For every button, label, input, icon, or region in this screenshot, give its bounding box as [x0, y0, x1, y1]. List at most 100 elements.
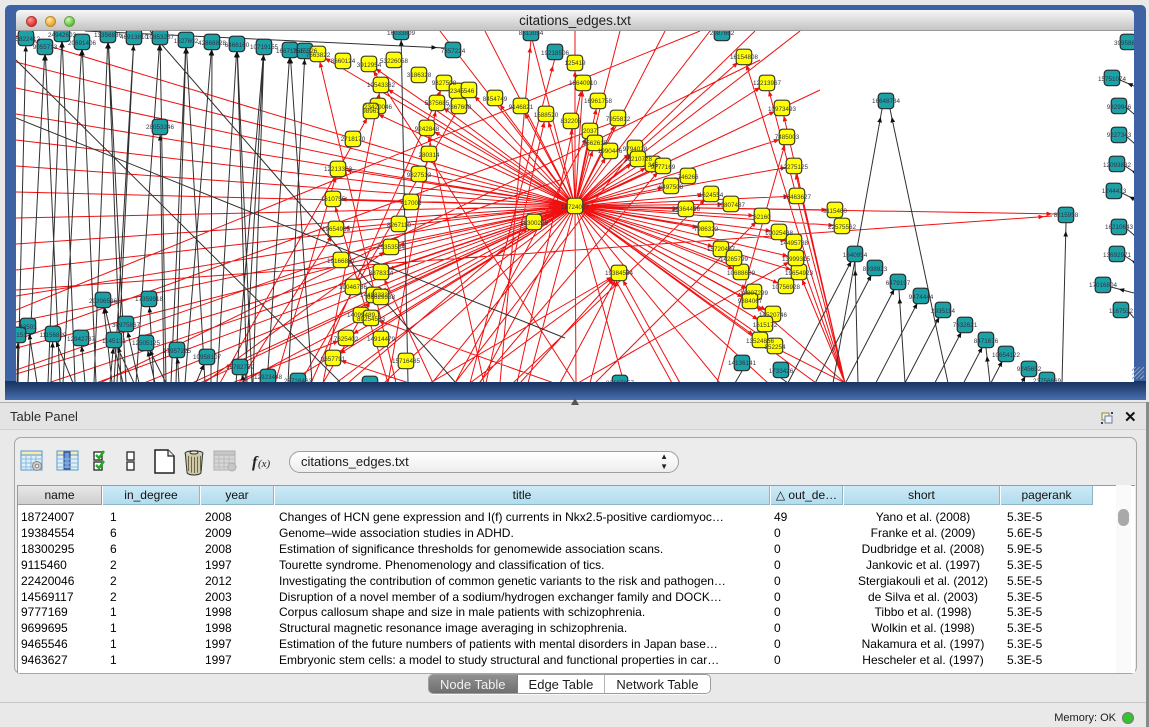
svg-text:1624554: 1624554 — [699, 192, 724, 199]
svg-text:20364456: 20364456 — [672, 206, 701, 213]
svg-text:14520746: 14520746 — [759, 312, 788, 319]
svg-text:2367608: 2367608 — [447, 104, 472, 111]
svg-text:62160: 62160 — [753, 214, 771, 221]
svg-text:10654122: 10654122 — [992, 352, 1021, 359]
svg-text:1733426: 1733426 — [769, 368, 794, 375]
svg-text:8660124: 8660124 — [331, 58, 356, 65]
svg-text:2345: 2345 — [450, 88, 465, 95]
svg-text:7663822: 7663822 — [306, 52, 331, 59]
svg-text:43501: 43501 — [19, 324, 37, 331]
svg-text:12923448: 12923448 — [254, 374, 283, 381]
svg-text:13692971: 13692971 — [1103, 252, 1132, 259]
svg-text:18724007: 18724007 — [561, 204, 590, 211]
svg-text:7632621: 7632621 — [953, 322, 978, 329]
svg-text:8267110: 8267110 — [387, 222, 412, 229]
svg-text:3186328: 3186328 — [407, 72, 432, 79]
svg-text:20691406: 20691406 — [68, 40, 97, 47]
svg-text:42868828: 42868828 — [198, 40, 227, 47]
svg-text:10958107: 10958107 — [193, 354, 222, 361]
svg-text:19218506: 19218506 — [541, 50, 570, 57]
svg-text:16210643: 16210643 — [1105, 224, 1134, 231]
svg-text:8878334: 8878334 — [369, 270, 394, 277]
svg-text:83197857: 83197857 — [606, 380, 635, 382]
svg-text:9474444: 9474444 — [909, 294, 934, 301]
svg-text:14495788: 14495788 — [780, 240, 809, 247]
svg-text:2087662: 2087662 — [710, 31, 735, 37]
svg-text:16154808: 16154808 — [730, 54, 759, 61]
svg-text:12093832: 12093832 — [1103, 162, 1132, 169]
svg-text:16782759: 16782759 — [226, 364, 255, 371]
svg-text:30975867: 30975867 — [112, 322, 141, 329]
svg-text:39151: 39151 — [16, 332, 27, 339]
svg-text:15720407: 15720407 — [707, 246, 736, 253]
svg-text:13999315: 13999315 — [782, 256, 811, 263]
svg-text:3912954: 3912954 — [357, 62, 382, 69]
svg-text:19384554: 19384554 — [605, 270, 634, 277]
svg-text:10853287: 10853287 — [146, 34, 175, 41]
svg-text:11156829: 11156829 — [39, 332, 67, 339]
svg-text:9242848: 9242848 — [415, 126, 440, 133]
svg-text:8813054: 8813054 — [519, 31, 544, 37]
svg-text:95822412: 95822412 — [16, 36, 40, 43]
svg-text:9115460: 9115460 — [823, 208, 848, 215]
svg-text:1527602: 1527602 — [174, 38, 199, 45]
svg-text:22575562: 22575562 — [828, 224, 857, 231]
svg-text:17359918: 17359918 — [135, 296, 164, 303]
svg-text:9657791: 9657791 — [321, 356, 346, 363]
svg-text:10973493: 10973493 — [768, 106, 797, 113]
svg-text:9146821: 9146821 — [509, 104, 534, 111]
svg-text:1244413: 1244413 — [1102, 188, 1127, 195]
svg-text:125419: 125419 — [564, 60, 586, 67]
svg-text:8215958: 8215958 — [1054, 212, 1079, 219]
svg-text:12213967: 12213967 — [753, 80, 782, 87]
svg-text:28053346: 28053346 — [146, 124, 175, 131]
svg-text:7357224: 7357224 — [441, 48, 466, 55]
svg-text:1615172: 1615172 — [753, 322, 778, 329]
svg-text:6466160: 6466160 — [225, 42, 250, 49]
svg-text:98961: 98961 — [362, 108, 380, 115]
svg-text:14914479: 14914479 — [367, 336, 396, 343]
svg-text:18463627: 18463627 — [783, 194, 812, 201]
svg-text:20206536: 20206536 — [89, 298, 118, 305]
svg-text:1588520: 1588520 — [534, 112, 559, 119]
svg-text:252254: 252254 — [764, 344, 786, 351]
svg-text:15353584: 15353584 — [377, 244, 406, 251]
svg-text:10046786: 10046786 — [339, 284, 368, 291]
svg-text:66629388: 66629388 — [367, 294, 396, 301]
svg-text:10807487: 10807487 — [717, 202, 746, 209]
svg-text:10688609: 10688609 — [727, 270, 756, 277]
svg-text:19654985: 19654985 — [322, 226, 351, 233]
svg-text:7955812: 7955812 — [606, 116, 631, 123]
svg-text:417006: 417006 — [400, 200, 422, 207]
svg-text:53226058: 53226058 — [380, 58, 409, 65]
svg-text:1167532: 1167532 — [1109, 308, 1134, 315]
svg-text:12942737: 12942737 — [67, 336, 96, 343]
svg-text:9884067: 9884067 — [738, 298, 763, 305]
svg-text:10756928: 10756928 — [772, 284, 801, 291]
svg-text:1990446: 1990446 — [598, 148, 623, 155]
svg-text:280314: 280314 — [418, 152, 440, 159]
svg-text:12275125: 12275125 — [780, 164, 809, 171]
svg-text:18807299: 18807299 — [740, 290, 769, 297]
svg-text:9227343: 9227343 — [1107, 132, 1132, 139]
svg-text:89254563: 89254563 — [357, 316, 386, 323]
svg-text:12505125: 12505125 — [132, 340, 161, 347]
svg-text:1562615: 1562615 — [583, 140, 608, 147]
svg-text:17016804: 17016804 — [1089, 282, 1118, 289]
svg-text:15751074: 15751074 — [1098, 76, 1127, 83]
svg-text:832203: 832203 — [560, 118, 582, 125]
svg-text:2935114: 2935114 — [931, 308, 956, 315]
svg-text:18640910: 18640910 — [569, 80, 598, 87]
svg-text:5875685: 5875685 — [425, 100, 450, 107]
svg-text:9777169: 9777169 — [651, 164, 676, 171]
svg-text:7986322: 7986322 — [694, 226, 719, 233]
svg-text:8454749: 8454749 — [483, 96, 508, 103]
svg-text:18300295: 18300295 — [520, 220, 549, 227]
svg-text:10719155: 10719155 — [250, 44, 279, 51]
svg-text:1610755: 1610755 — [321, 196, 346, 203]
svg-text:10543362: 10543362 — [367, 82, 396, 89]
svg-text:39958838: 39958838 — [1114, 40, 1134, 47]
svg-text:746266: 746266 — [677, 174, 699, 181]
svg-text:546: 546 — [464, 88, 475, 95]
svg-text:17957225: 17957225 — [163, 348, 192, 355]
